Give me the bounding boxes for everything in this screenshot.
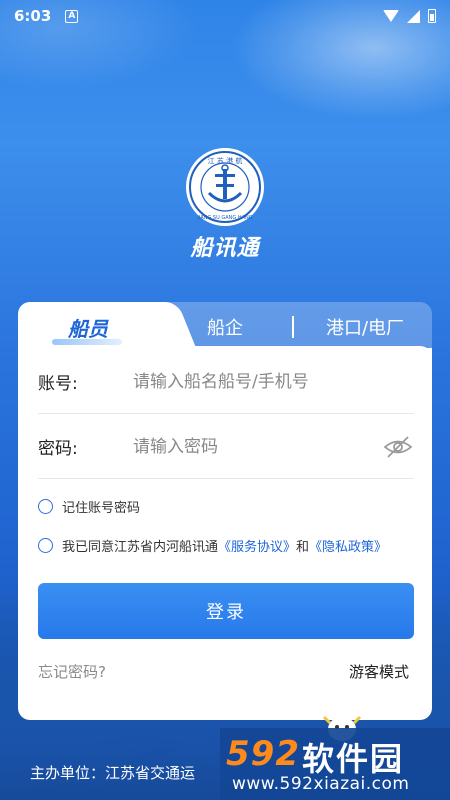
password-label: 密码: — [38, 439, 78, 459]
seal-text-en: JIANG SU GANG HANG — [196, 215, 252, 221]
service-agreement-link[interactable]: 《服务协议》 — [218, 536, 296, 555]
remember-row[interactable]: 记住账号密码 — [38, 497, 140, 516]
tab-active-indicator — [52, 339, 122, 345]
status-bar: 6:03 A — [0, 0, 450, 32]
forgot-password-link[interactable]: 忘记密码? — [38, 661, 106, 682]
account-input[interactable] — [133, 371, 414, 392]
wifi-icon — [383, 10, 399, 22]
agreement-text: 我已同意江苏省内河船讯通 — [62, 540, 219, 555]
tab-port-power-plant[interactable]: 港口/电厂 — [300, 302, 430, 352]
seal-text: 江 苏 港 航 — [208, 156, 243, 165]
remember-label: 记住账号密码 — [62, 501, 141, 516]
agreement-and: 和 — [296, 540, 310, 555]
sponsor-text: 主办单位：江苏省交通运 — [30, 764, 196, 782]
status-time: 6:03 — [14, 7, 52, 25]
notification-icon: A — [65, 9, 79, 23]
tab-shipping-company[interactable]: 船企 — [175, 302, 275, 352]
account-label: 账号: — [38, 374, 78, 394]
signal-icon — [407, 9, 420, 23]
guest-mode-link[interactable]: 游客模式 — [349, 661, 409, 682]
agreement-row: 我已同意江苏省内河船讯通 《服务协议》 和 《隐私政策》 — [38, 536, 387, 555]
password-input[interactable] — [133, 436, 382, 457]
tab-divider — [292, 316, 294, 338]
eye-off-icon[interactable] — [382, 435, 414, 459]
watermark-url: www.592xiazai.com — [232, 774, 410, 794]
battery-icon — [428, 9, 436, 23]
watermark-number: 592 — [226, 734, 300, 774]
privacy-policy-link[interactable]: 《隐私政策》 — [309, 536, 387, 555]
login-button[interactable]: 登录 — [38, 583, 414, 639]
app-logo: 江 苏 港 航 JIANG SU GANG HANG — [185, 147, 265, 227]
account-row: 账号: — [38, 350, 414, 414]
remember-radio[interactable] — [38, 499, 53, 514]
password-row: 密码: — [38, 415, 414, 479]
app-name: 船讯通 — [190, 236, 260, 261]
anchor-icon: 江 苏 港 航 JIANG SU GANG HANG — [186, 148, 264, 226]
status-icons — [383, 9, 436, 23]
agreement-radio[interactable] — [38, 538, 53, 553]
